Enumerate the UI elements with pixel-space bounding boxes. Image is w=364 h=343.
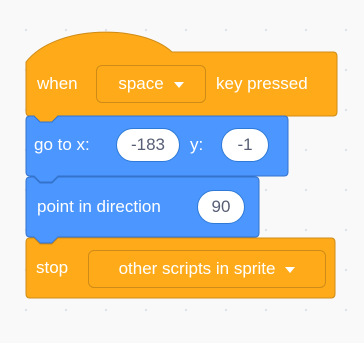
- key-dropdown[interactable]: space: [96, 65, 206, 103]
- x-input[interactable]: -183: [116, 128, 180, 162]
- script-stack[interactable]: when space key pressed go to x: -183 y: …: [0, 0, 364, 343]
- key-dropdown-value: space: [118, 74, 164, 93]
- key-pressed-label: key pressed: [216, 74, 308, 93]
- stop-label: stop: [36, 258, 69, 277]
- chevron-down-icon: [285, 267, 296, 273]
- script-stack-shapes: [25, 31, 338, 299]
- when-label: when: [37, 74, 78, 93]
- stop-option-value: other scripts in sprite: [118, 259, 276, 278]
- point-in-direction-label: point in direction: [37, 197, 161, 216]
- direction-input[interactable]: 90: [197, 190, 245, 224]
- y-label: y:: [190, 135, 204, 154]
- y-input[interactable]: -1: [221, 128, 269, 162]
- go-to-x-label: go to x:: [34, 135, 90, 154]
- stop-option-dropdown[interactable]: other scripts in sprite: [88, 250, 326, 288]
- chevron-down-icon: [173, 82, 184, 88]
